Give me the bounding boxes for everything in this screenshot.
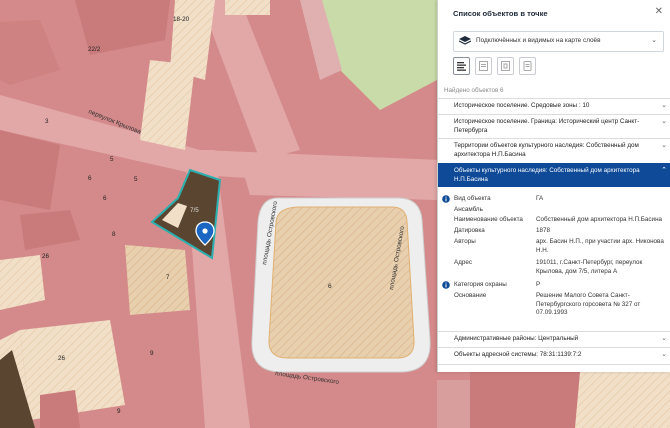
house-number: 18-20 <box>173 16 190 23</box>
house-number: 26 <box>58 355 66 362</box>
list-item[interactable]: Объекты адресной системы: 78:31:1139:7:2… <box>438 347 670 365</box>
house-number: 22/2 <box>88 46 101 53</box>
chevron-down-icon: ⌄ <box>661 142 667 149</box>
house-number: 7 <box>166 274 170 281</box>
building <box>575 372 670 428</box>
house-number: 8 <box>112 231 116 238</box>
chevron-down-icon: ⌄ <box>661 351 667 358</box>
house-number: 3 <box>45 118 49 125</box>
list-view-icon <box>457 61 466 71</box>
document-button[interactable] <box>475 57 492 75</box>
block <box>470 372 580 428</box>
chevron-down-icon: ⌄ <box>651 37 657 44</box>
list-item[interactable]: Административные районы: Центральный ⌄ <box>438 331 670 347</box>
document-icon <box>479 61 488 71</box>
close-icon[interactable]: ✕ <box>655 6 663 17</box>
house-number: 26 <box>42 253 50 260</box>
chevron-down-icon: ⌄ <box>661 102 667 109</box>
building-7 <box>125 245 190 315</box>
house-number: 9 <box>117 408 121 415</box>
export-icon <box>501 61 510 71</box>
house-number: 5 <box>110 156 114 163</box>
house-number: 5 <box>134 176 138 183</box>
house-number: 9 <box>150 350 154 357</box>
chevron-down-icon: ⌄ <box>661 335 667 342</box>
print-button[interactable] <box>519 57 536 75</box>
layers-icon <box>459 36 471 45</box>
list-item-active[interactable]: Объекты культурного наследия: Собственны… <box>438 163 670 187</box>
list-item[interactable]: Историческое поселение. Средовые зоны : … <box>438 98 670 114</box>
layer-filter-select[interactable]: Подключённых и видимых на карте слоёв ⌄ <box>453 31 664 52</box>
export-button[interactable] <box>497 57 514 75</box>
block <box>437 380 470 428</box>
list-view-button[interactable] <box>453 57 470 75</box>
info-icon[interactable] <box>442 195 450 203</box>
house-number-selected: 7/5 <box>190 207 199 214</box>
print-icon <box>523 61 532 71</box>
list-item[interactable]: Территории объектов культурного наследия… <box>438 138 670 163</box>
chevron-up-icon: ⌃ <box>661 167 667 174</box>
info-icon[interactable] <box>442 281 450 289</box>
chevron-down-icon: ⌄ <box>661 118 667 125</box>
house-number: 6 <box>328 283 332 290</box>
objects-panel: Список объектов в точке ✕ Подключённых и… <box>437 0 670 372</box>
block <box>40 390 80 428</box>
layer-filter-value: Подключённых и видимых на карте слоёв <box>476 37 601 44</box>
list-item[interactable]: Историческое поселение. Граница: Историч… <box>438 114 670 138</box>
found-count: Найдено объектов 6 <box>444 87 504 94</box>
building <box>225 0 270 15</box>
panel-title: Список объектов в точке <box>453 9 548 18</box>
house-number: 6 <box>88 175 92 182</box>
house-number: 6 <box>103 195 107 202</box>
